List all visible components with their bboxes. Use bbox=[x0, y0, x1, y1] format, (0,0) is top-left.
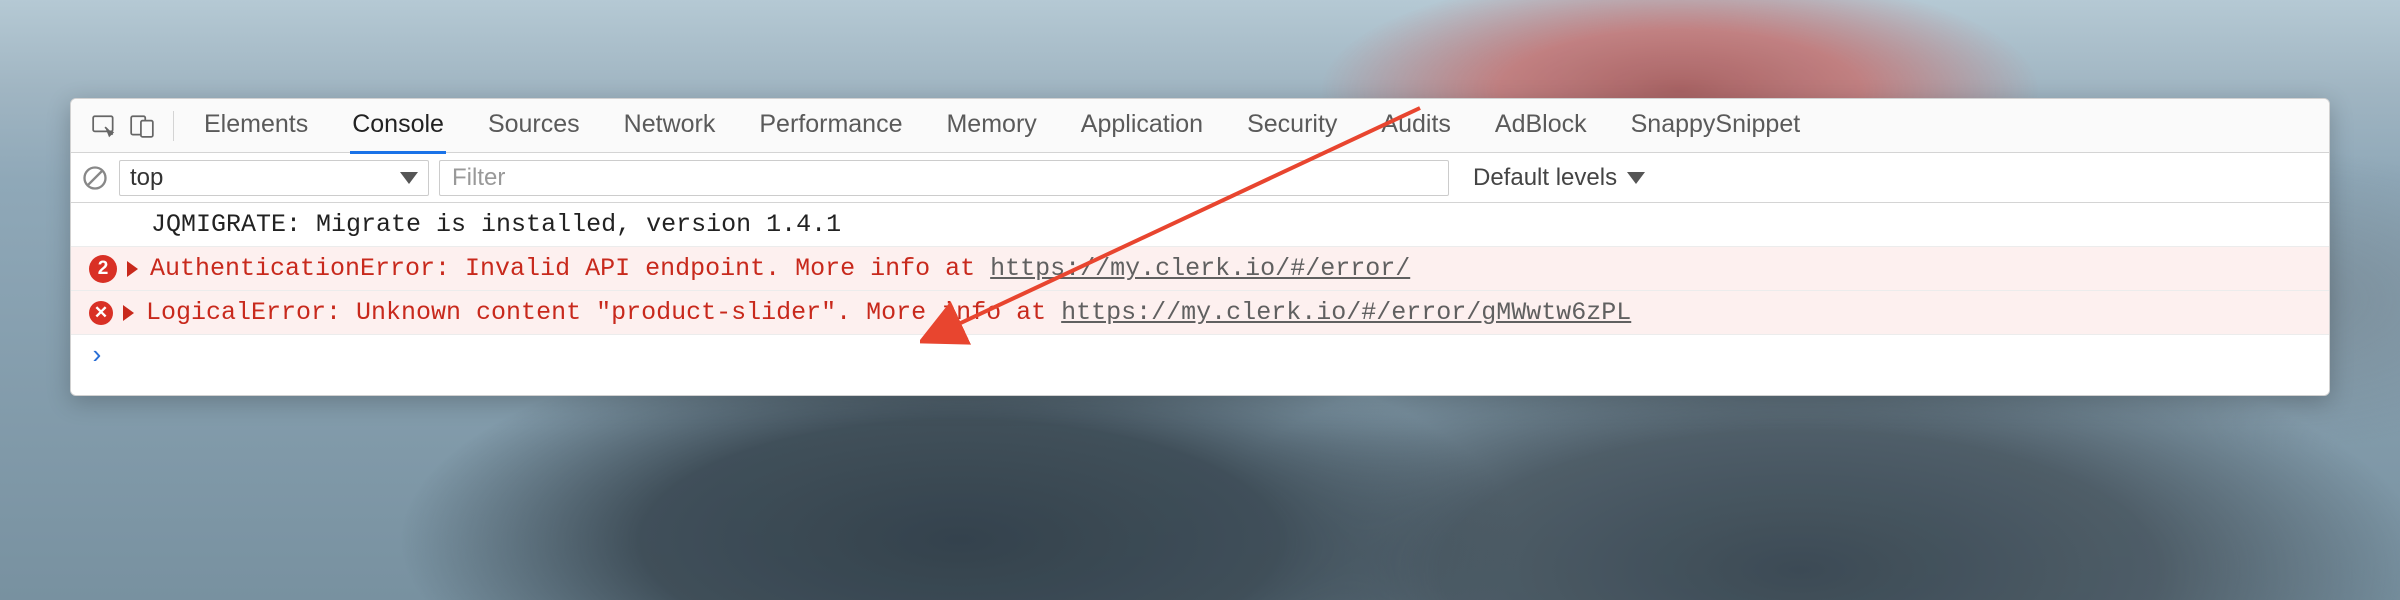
context-selector[interactable]: top bbox=[119, 160, 429, 196]
error-icon: ✕ bbox=[89, 301, 113, 325]
log-message: JQMIGRATE: Migrate is installed, version… bbox=[151, 210, 841, 239]
error-text: AuthenticationError: Invalid API endpoin… bbox=[150, 254, 990, 283]
tab-audits[interactable]: Audits bbox=[1379, 98, 1452, 154]
context-value: top bbox=[130, 164, 163, 192]
chevron-down-icon bbox=[400, 172, 418, 184]
log-message: AuthenticationError: Invalid API endpoin… bbox=[150, 254, 1410, 283]
log-levels-selector[interactable]: Default levels bbox=[1459, 164, 1645, 192]
tab-bar-icons bbox=[83, 113, 163, 139]
error-text: LogicalError: Unknown content "product-s… bbox=[146, 298, 1061, 327]
tab-elements[interactable]: Elements bbox=[202, 98, 310, 154]
prompt-chevron-icon: › bbox=[89, 341, 105, 371]
tab-bar: Elements Console Sources Network Perform… bbox=[71, 99, 2329, 153]
console-body: JQMIGRATE: Migrate is installed, version… bbox=[71, 203, 2329, 395]
divider bbox=[173, 111, 174, 141]
tab-security[interactable]: Security bbox=[1245, 98, 1339, 154]
error-link[interactable]: https://my.clerk.io/#/error/ bbox=[990, 254, 1410, 283]
log-message: LogicalError: Unknown content "product-s… bbox=[146, 298, 1631, 327]
console-toolbar: top Default levels bbox=[71, 153, 2329, 203]
chevron-down-icon bbox=[1627, 172, 1645, 184]
tab-sources[interactable]: Sources bbox=[486, 98, 582, 154]
tab-performance[interactable]: Performance bbox=[757, 98, 904, 154]
expand-icon[interactable] bbox=[127, 261, 138, 277]
tab-memory[interactable]: Memory bbox=[944, 98, 1038, 154]
tab-application[interactable]: Application bbox=[1079, 98, 1205, 154]
device-toolbar-icon[interactable] bbox=[129, 113, 155, 139]
repeat-count-badge: 2 bbox=[89, 255, 117, 283]
panel-tabs: Elements Console Sources Network Perform… bbox=[184, 98, 1802, 154]
tab-console[interactable]: Console bbox=[350, 98, 446, 154]
devtools-window: Elements Console Sources Network Perform… bbox=[70, 98, 2330, 396]
filter-input[interactable] bbox=[439, 160, 1449, 196]
tab-snappysnippet[interactable]: SnappySnippet bbox=[1629, 98, 1803, 154]
levels-label: Default levels bbox=[1473, 164, 1617, 192]
tab-network[interactable]: Network bbox=[622, 98, 718, 154]
console-prompt[interactable]: › bbox=[71, 335, 2329, 395]
error-link[interactable]: https://my.clerk.io/#/error/gMWwtw6zPL bbox=[1061, 298, 1631, 327]
log-row[interactable]: JQMIGRATE: Migrate is installed, version… bbox=[71, 203, 2329, 247]
tab-adblock[interactable]: AdBlock bbox=[1493, 98, 1589, 154]
clear-console-icon[interactable] bbox=[81, 164, 109, 192]
expand-icon[interactable] bbox=[123, 305, 134, 321]
log-row[interactable]: 2 AuthenticationError: Invalid API endpo… bbox=[71, 247, 2329, 291]
inspect-element-icon[interactable] bbox=[91, 113, 117, 139]
log-row[interactable]: ✕ LogicalError: Unknown content "product… bbox=[71, 291, 2329, 335]
